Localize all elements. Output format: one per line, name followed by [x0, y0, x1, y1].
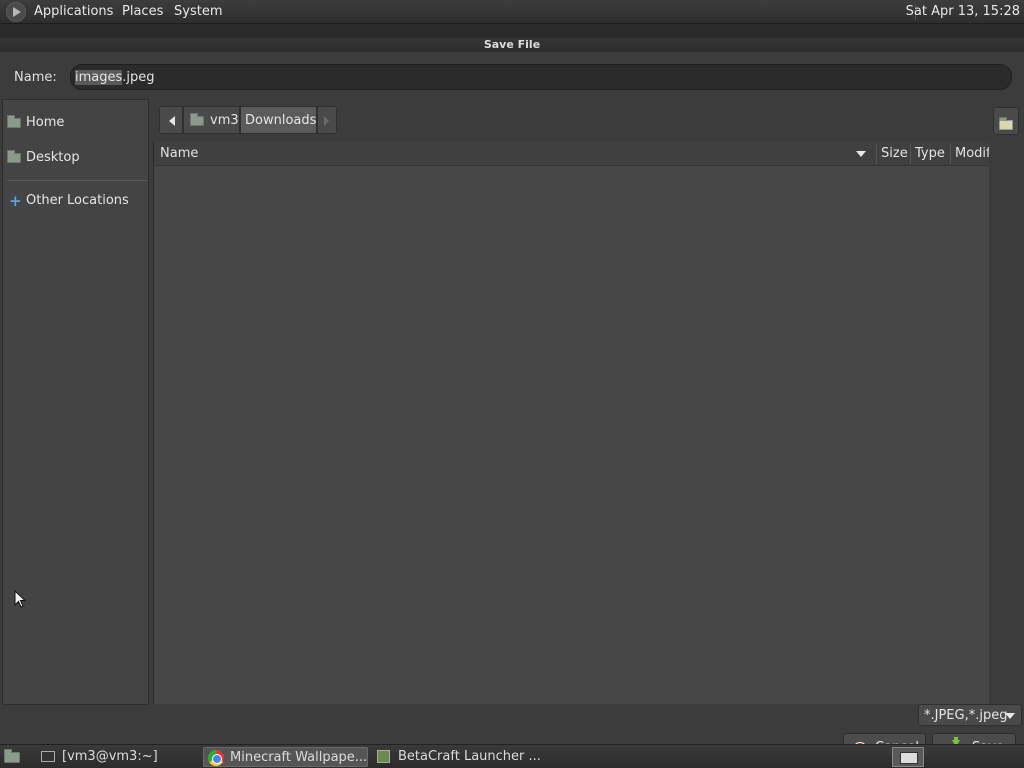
filename-extension: .jpeg: [122, 70, 155, 85]
taskbar: [vm3@vm3:~] Minecraft Wallpape... BetaCr…: [0, 744, 1024, 768]
filename-input[interactable]: [70, 64, 1012, 90]
show-desktop-icon[interactable]: [2, 748, 22, 765]
sidebar-item-label: Other Locations: [26, 193, 129, 208]
betacraft-icon: [376, 749, 392, 765]
path-back-button[interactable]: [159, 106, 183, 134]
taskbar-task-chrome[interactable]: Minecraft Wallpape...: [203, 747, 368, 767]
column-header-name[interactable]: Name: [160, 146, 198, 161]
home-folder-icon: [7, 115, 22, 128]
new-folder-button[interactable]: [993, 107, 1019, 135]
task-label: BetaCraft Launcher ...: [398, 749, 541, 764]
top-panel: Applications Places System Sat Apr 13, 1…: [0, 0, 1024, 24]
filename-selection: images: [75, 70, 123, 85]
places-menu[interactable]: Places: [122, 4, 163, 19]
path-segment-label: vm3: [210, 113, 239, 128]
column-header-modified[interactable]: Modif: [955, 146, 990, 161]
file-list[interactable]: Name Size Type Modif: [153, 142, 990, 704]
sidebar-divider: [7, 180, 147, 181]
column-header-type[interactable]: Type: [915, 146, 945, 161]
chevron-left-icon: [169, 116, 175, 126]
sort-descending-icon: [856, 151, 866, 157]
terminal-icon: [40, 749, 56, 765]
dialog-margin: [989, 142, 1024, 704]
dialog-title: Save File: [483, 38, 541, 51]
path-segment-home[interactable]: vm3: [183, 106, 240, 134]
file-type-filter[interactable]: *.JPEG,*.jpeg: [918, 704, 1022, 726]
column-header-size[interactable]: Size: [881, 146, 908, 161]
taskbar-task-terminal[interactable]: [vm3@vm3:~]: [36, 747, 196, 767]
task-label: [vm3@vm3:~]: [62, 749, 158, 764]
name-label: Name:: [14, 70, 57, 85]
clock[interactable]: Sat Apr 13, 15:28: [906, 4, 1020, 19]
column-divider: [876, 144, 877, 164]
sidebar-item-other-locations[interactable]: + Other Locations: [3, 189, 148, 213]
column-divider: [910, 144, 911, 164]
sidebar-item-desktop[interactable]: Desktop: [3, 146, 148, 170]
path-forward-button[interactable]: [317, 106, 337, 134]
column-divider: [950, 144, 951, 164]
save-file-dialog: Save File Name: images.jpeg Home Desktop…: [0, 24, 1024, 761]
file-type-filter-value: *.JPEG,*.jpeg: [924, 708, 1008, 723]
sidebar-item-label: Desktop: [26, 150, 80, 165]
applications-menu[interactable]: Applications: [34, 4, 113, 19]
workspace-switcher[interactable]: [892, 747, 924, 767]
path-segment-label: Downloads: [245, 113, 317, 128]
chevron-down-icon: [1005, 713, 1015, 719]
file-list-header: Name Size Type Modif: [154, 142, 990, 166]
chrome-icon: [208, 750, 224, 766]
menu-logo-icon[interactable]: [6, 2, 26, 22]
sidebar-item-home[interactable]: Home: [3, 111, 148, 135]
name-row: Name: images.jpeg: [0, 62, 1024, 96]
window-titlebar[interactable]: [0, 24, 1024, 38]
chevron-right-icon: [324, 116, 329, 126]
task-label: Minecraft Wallpape...: [230, 750, 368, 765]
filename-value[interactable]: images.jpeg: [75, 70, 155, 85]
path-segment-downloads[interactable]: Downloads: [240, 106, 317, 134]
places-sidebar: Home Desktop + Other Locations: [2, 99, 149, 705]
plus-icon: +: [9, 192, 22, 210]
desktop-folder-icon: [7, 150, 22, 163]
sidebar-item-label: Home: [26, 115, 65, 130]
taskbar-task-betacraft[interactable]: BetaCraft Launcher ...: [372, 747, 542, 767]
system-menu[interactable]: System: [174, 4, 222, 19]
